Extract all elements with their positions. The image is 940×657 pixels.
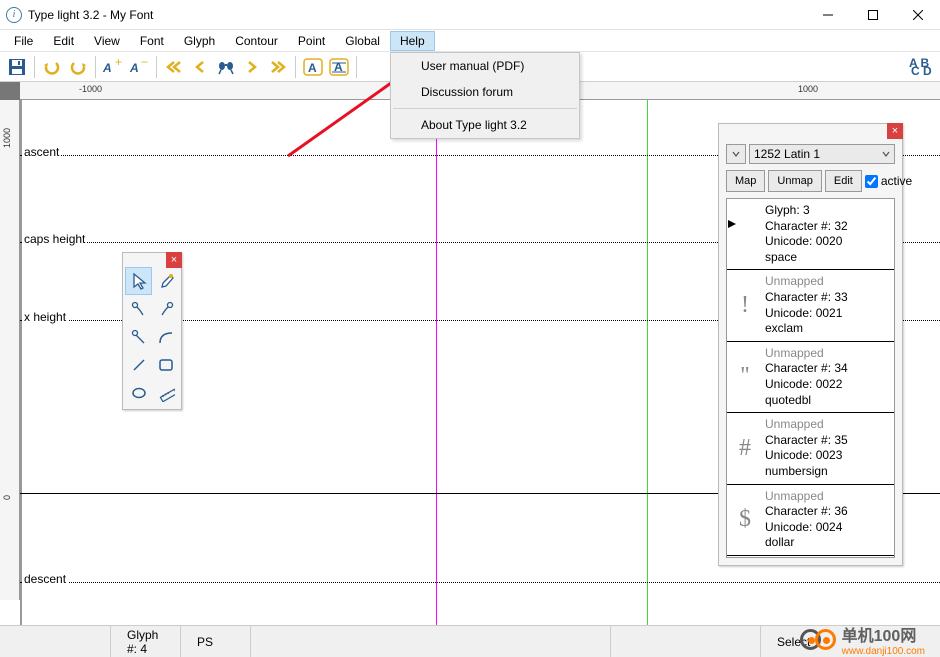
- glyph-map-panel[interactable]: × 1252 Latin 1 Map Unmap Edit active Gly…: [718, 123, 903, 566]
- glyph-list-row[interactable]: '' UnmappedCharacter #: 34Unicode: 0022q…: [727, 342, 894, 413]
- window-titlebar: i Type light 3.2 - My Font: [0, 0, 940, 30]
- menu-help[interactable]: Help: [390, 31, 435, 51]
- pen-tool[interactable]: [152, 267, 179, 295]
- status-empty2: [610, 626, 760, 657]
- help-discussion-forum[interactable]: Discussion forum: [391, 79, 579, 105]
- curve-tool[interactable]: [152, 323, 179, 351]
- next-glyph-button[interactable]: [240, 55, 264, 79]
- ruler-v-tick-0: 0: [2, 495, 12, 500]
- glyph-map-close[interactable]: ×: [887, 123, 903, 139]
- menu-contour[interactable]: Contour: [225, 31, 288, 51]
- glyph-list-row[interactable]: % UnmappedCharacter #: 37Unicode: 0025pe…: [727, 556, 894, 558]
- descent-guide[interactable]: descent: [20, 582, 940, 583]
- svg-text:A: A: [129, 61, 139, 75]
- glyph-info: UnmappedCharacter #: 35Unicode: 0023numb…: [763, 413, 894, 483]
- window-close-button[interactable]: [895, 0, 940, 29]
- svg-text:C D: C D: [911, 64, 932, 76]
- menubar: File Edit View Font Glyph Contour Point …: [0, 30, 940, 52]
- ruler-h-tick-pos: 1000: [798, 84, 818, 94]
- window-minimize-button[interactable]: [805, 0, 850, 29]
- line-tool[interactable]: [125, 351, 152, 379]
- save-button[interactable]: [5, 55, 29, 79]
- status-empty1: [250, 626, 610, 657]
- status-blank: [0, 626, 110, 657]
- window-title: Type light 3.2 - My Font: [28, 8, 805, 22]
- delete-point-tool[interactable]: [152, 295, 179, 323]
- unmap-button[interactable]: Unmap: [768, 170, 821, 192]
- help-about[interactable]: About Type light 3.2: [391, 112, 579, 138]
- window-maximize-button[interactable]: [850, 0, 895, 29]
- menu-global[interactable]: Global: [335, 31, 390, 51]
- glyph-char: #: [727, 435, 763, 462]
- glyph-char: '': [727, 363, 763, 390]
- ellipse-tool[interactable]: [125, 379, 152, 407]
- help-dropdown: User manual (PDF) Discussion forum About…: [390, 52, 580, 139]
- zoom-out-button[interactable]: A−: [127, 55, 151, 79]
- active-checkbox[interactable]: active: [865, 174, 912, 188]
- redo-button[interactable]: [66, 55, 90, 79]
- undo-button[interactable]: [40, 55, 64, 79]
- glyph-info: UnmappedCharacter #: 37Unicode: 0025perc…: [763, 556, 894, 558]
- glyph-list-row[interactable]: ! UnmappedCharacter #: 33Unicode: 0021ex…: [727, 270, 894, 341]
- help-user-manual[interactable]: User manual (PDF): [391, 53, 579, 79]
- ruler-corner: [0, 82, 20, 100]
- add-point-tool[interactable]: [125, 295, 152, 323]
- zoom-in-button[interactable]: A+: [101, 55, 125, 79]
- menu-font[interactable]: Font: [130, 31, 174, 51]
- rectangle-tool[interactable]: [152, 351, 179, 379]
- status-mode: PS: [180, 626, 250, 657]
- origin-guide: [20, 100, 22, 625]
- svg-text:A: A: [102, 61, 112, 75]
- magenta-guide[interactable]: [436, 100, 437, 625]
- menu-glyph[interactable]: Glyph: [174, 31, 225, 51]
- ab-view-button[interactable]: A BC D: [905, 55, 935, 79]
- map-button[interactable]: Map: [726, 170, 765, 192]
- prev-glyph-button[interactable]: [188, 55, 212, 79]
- measure-tool[interactable]: [152, 379, 179, 407]
- svg-text:−: −: [141, 58, 148, 69]
- svg-text:+: +: [115, 58, 122, 69]
- codepage-dropdown-arrow[interactable]: [726, 144, 746, 164]
- menu-edit[interactable]: Edit: [43, 31, 84, 51]
- tool-palette[interactable]: ×: [122, 252, 182, 410]
- tool-palette-close[interactable]: ×: [166, 252, 182, 268]
- glyph-info: UnmappedCharacter #: 33Unicode: 0021excl…: [763, 270, 894, 340]
- advance-width-guide[interactable]: [647, 100, 648, 625]
- glyph-list-row[interactable]: Glyph: 3Character #: 32Unicode: 0020spac…: [727, 199, 894, 270]
- pointer-tool[interactable]: [125, 267, 152, 295]
- glyph-char: $: [727, 506, 763, 533]
- app-icon: i: [6, 7, 22, 23]
- glyph-info: UnmappedCharacter #: 36Unicode: 0024doll…: [763, 485, 894, 555]
- menu-file[interactable]: File: [4, 31, 43, 51]
- codepage-select[interactable]: 1252 Latin 1: [749, 144, 895, 164]
- vertical-ruler: 1000 0: [0, 100, 20, 600]
- corner-tool[interactable]: [125, 323, 152, 351]
- status-glyph: Glyph #: 4: [110, 626, 180, 657]
- glyph-list[interactable]: Glyph: 3Character #: 32Unicode: 0020spac…: [726, 198, 895, 558]
- edit-glyph-button[interactable]: Edit: [825, 170, 862, 192]
- find-button[interactable]: [214, 55, 238, 79]
- glyph-info: Glyph: 3Character #: 32Unicode: 0020spac…: [763, 199, 894, 269]
- ruler-h-tick-neg: -1000: [79, 84, 102, 94]
- ruler-v-tick-1000: 1000: [2, 128, 12, 148]
- menu-point[interactable]: Point: [288, 31, 335, 51]
- glyph-list-row[interactable]: $ UnmappedCharacter #: 36Unicode: 0024do…: [727, 485, 894, 556]
- glyph-char: !: [727, 292, 763, 319]
- glyph-info: UnmappedCharacter #: 34Unicode: 0022quot…: [763, 342, 894, 412]
- glyph-list-row[interactable]: # UnmappedCharacter #: 35Unicode: 0023nu…: [727, 413, 894, 484]
- watermark: 单机100网www.danji100.com: [800, 622, 925, 657]
- first-glyph-button[interactable]: [162, 55, 186, 79]
- menu-view[interactable]: View: [84, 31, 130, 51]
